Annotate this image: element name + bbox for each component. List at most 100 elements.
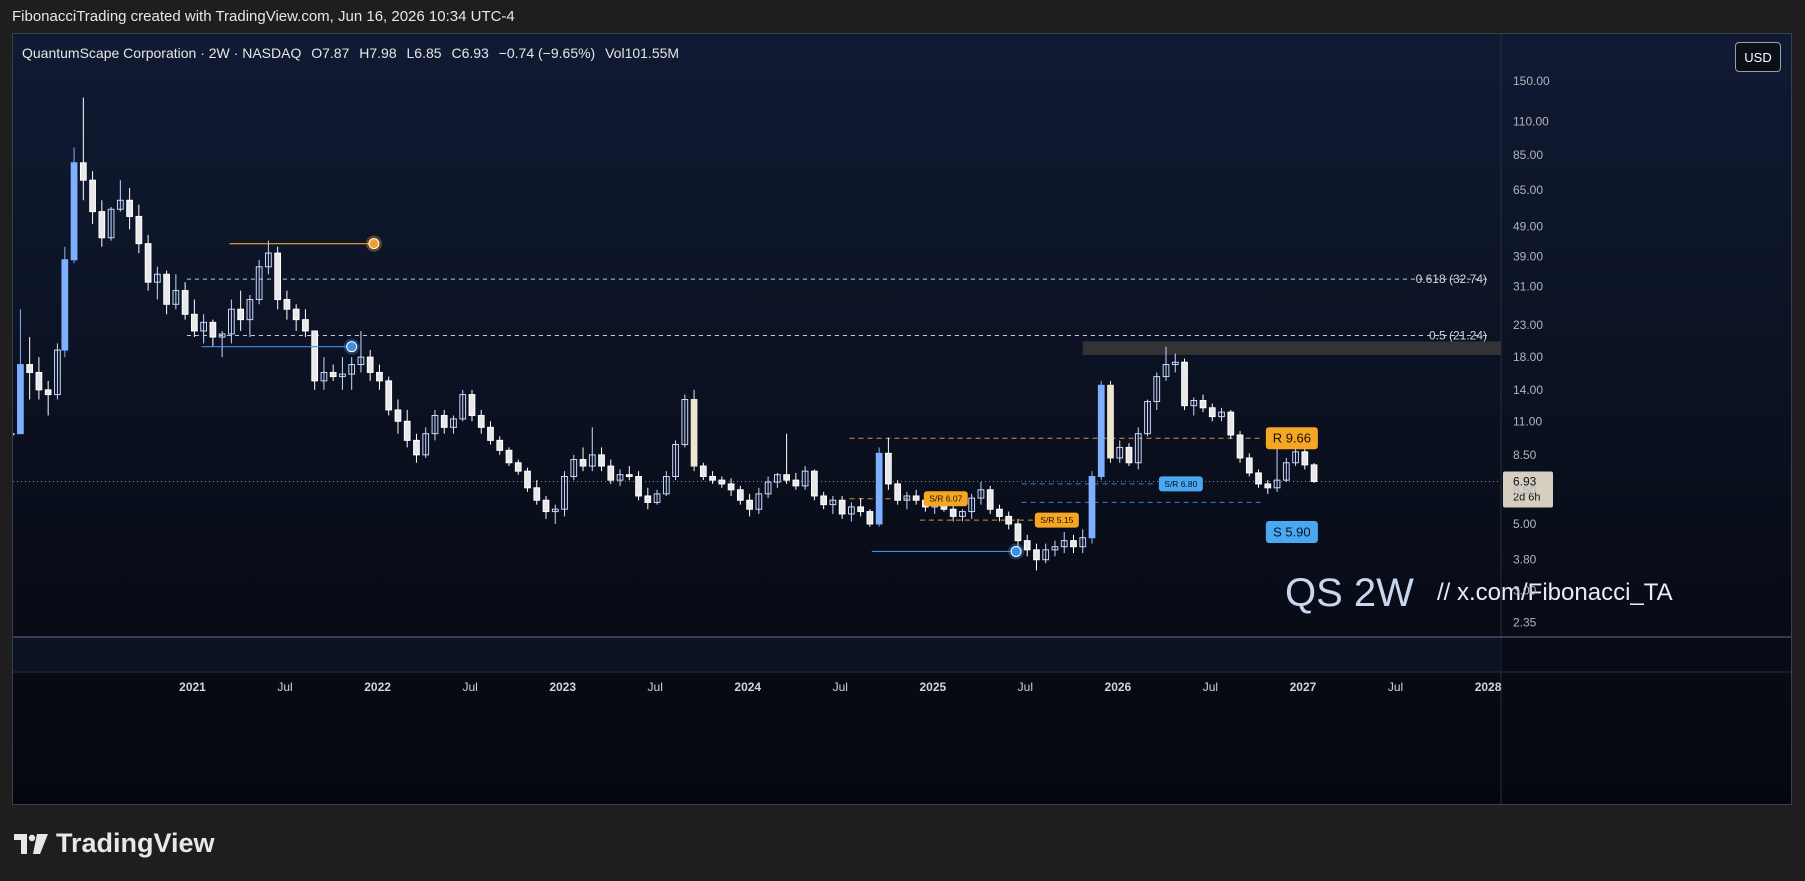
- candle-body: [912, 495, 920, 501]
- candle-body: [1097, 384, 1105, 477]
- candle-body: [1033, 549, 1040, 561]
- candle-body: [746, 499, 753, 510]
- candle-body: [1181, 361, 1188, 407]
- x-tick-label: Jul: [1388, 680, 1403, 694]
- candle-body: [1301, 451, 1309, 466]
- y-tick-label: 11.00: [1513, 414, 1542, 428]
- volume-pane: [13, 637, 1501, 672]
- candle-body: [885, 452, 892, 485]
- candle-body: [477, 414, 485, 428]
- x-tick-label: Jul: [277, 680, 292, 694]
- candle-body: [783, 474, 790, 481]
- y-tick-label: 39.00: [1513, 249, 1543, 263]
- candle-body: [1005, 515, 1013, 525]
- y-tick-label: 6.50: [1513, 483, 1537, 497]
- watermark-handle: // x.com/Fibonacci_TA: [1437, 579, 1673, 606]
- y-tick-label: 5.00: [1513, 517, 1537, 531]
- level-tag-text: S/R 6.80: [1164, 479, 1197, 489]
- candle-body: [1014, 523, 1022, 542]
- legend-high: H7.98: [359, 45, 397, 61]
- x-tick-label: Jul: [462, 680, 477, 694]
- y-tick-label: 23.00: [1513, 318, 1543, 332]
- y-tick-label: 110.00: [1513, 114, 1549, 128]
- candle-body: [385, 380, 393, 411]
- candle-body: [996, 508, 1003, 517]
- candle-body: [311, 330, 319, 382]
- tradingview-logo[interactable]: TradingView: [14, 828, 215, 859]
- candle-body: [1107, 384, 1114, 459]
- x-tick-label: Jul: [833, 680, 848, 694]
- x-tick-label: Jul: [1203, 680, 1218, 694]
- candle-body: [709, 475, 716, 481]
- candle-body: [394, 409, 402, 422]
- candle-body: [144, 243, 152, 283]
- candle-body: [292, 308, 300, 321]
- candle-body: [61, 259, 69, 351]
- y-tick-label: 49.00: [1513, 220, 1543, 234]
- y-tick-label: 3.00: [1513, 584, 1537, 598]
- price-chart[interactable]: 0.618 (32.74) 0.5 (21.24) R 9.66 S 5.90 S/R…: [13, 34, 1792, 805]
- ohlc-legend: QuantumScape Corporation · 2W · NASDAQ O…: [22, 45, 685, 61]
- level-tag-text: S/R 5.15: [1040, 515, 1073, 525]
- candle-body: [579, 459, 587, 467]
- candle-body: [1227, 411, 1235, 436]
- candle-body: [727, 483, 735, 491]
- candle-body: [792, 479, 800, 487]
- candle-body: [163, 273, 170, 305]
- y-tick-label: 8.50: [1513, 448, 1537, 462]
- candle-body: [135, 215, 143, 245]
- chart-frame[interactable]: 0.618 (32.74) 0.5 (21.24) R 9.66 S 5.90 S/R…: [12, 33, 1792, 805]
- candle-body: [1264, 483, 1272, 489]
- brand-name: TradingView: [56, 828, 215, 858]
- x-tick-label: 2024: [734, 680, 761, 694]
- candle-body: [607, 465, 615, 481]
- x-tick-label: 2028: [1475, 680, 1502, 694]
- candle-body: [1023, 540, 1031, 551]
- candle-body: [13, 433, 15, 436]
- y-tick-label: 2.35: [1513, 615, 1537, 629]
- marker-dot: [346, 341, 358, 353]
- candle-body: [533, 487, 541, 501]
- candle-body: [542, 499, 550, 513]
- candle-body: [857, 506, 865, 513]
- candle-body: [690, 399, 698, 467]
- candle-body: [79, 162, 87, 181]
- candle-body: [329, 371, 337, 378]
- level-tag-text: S/R 6.07: [929, 494, 962, 504]
- x-tick-label: 2021: [179, 680, 206, 694]
- y-tick-label: 150.00: [1513, 74, 1550, 88]
- legend-volume: Vol101.55M: [605, 45, 680, 61]
- candle-body: [894, 483, 902, 501]
- candle-body: [366, 356, 374, 373]
- candle-body: [1310, 464, 1318, 482]
- legend-close: C6.93: [451, 45, 489, 61]
- candle-body: [625, 474, 633, 477]
- candle-body: [986, 489, 994, 510]
- currency-button[interactable]: USD: [1735, 42, 1781, 72]
- candle-body: [866, 511, 874, 525]
- candle-body: [598, 454, 605, 467]
- candle-body: [89, 179, 96, 213]
- candle-body: [191, 313, 198, 332]
- legend-open: O7.87: [311, 45, 350, 61]
- candle-body: [514, 462, 522, 472]
- x-tick-label: 2022: [364, 680, 391, 694]
- x-tick-label: 2026: [1105, 680, 1132, 694]
- tradingview-logo-icon: [14, 833, 48, 854]
- candle-body: [524, 470, 531, 489]
- candle-body: [209, 321, 217, 338]
- candle-body: [1199, 400, 1207, 409]
- candle-body: [70, 162, 78, 261]
- y-tick-label: 14.00: [1513, 383, 1543, 397]
- candle-body: [98, 211, 106, 239]
- candle-body: [699, 465, 707, 477]
- candle-body: [468, 394, 476, 416]
- y-tick-label: 3.80: [1513, 553, 1537, 567]
- candle-body: [949, 508, 957, 517]
- candle-body: [718, 479, 726, 485]
- y-tick-label: 18.00: [1513, 350, 1543, 364]
- y-tick-label: 65.00: [1513, 183, 1543, 197]
- marker-dot: [368, 238, 380, 250]
- y-tick-label: 31.00: [1513, 279, 1543, 293]
- candle-body: [440, 414, 448, 428]
